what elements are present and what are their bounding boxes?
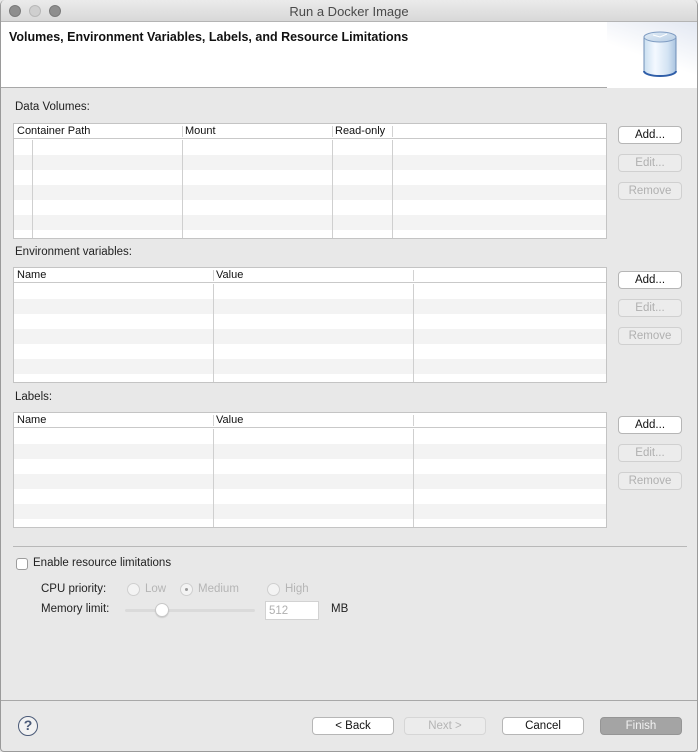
column-divider [392,140,393,238]
memory-unit-label: MB [331,603,349,615]
table-row [14,215,606,230]
memory-limit-slider-thumb[interactable] [155,603,169,617]
table-row [14,444,606,459]
table-row [14,519,606,527]
table-row [14,230,606,238]
environment-variables-edit-button[interactable]: Edit... [618,299,682,317]
page-title: Volumes, Environment Variables, Labels, … [9,30,409,44]
column-divider [32,140,33,238]
column-divider [213,284,214,382]
table-row [14,474,606,489]
table-row [14,299,606,314]
column-separator[interactable] [413,270,414,281]
column-header-name[interactable]: Name [15,413,46,428]
column-divider [332,140,333,238]
column-header-value[interactable]: Value [214,413,243,428]
database-cylinder-icon [643,31,677,77]
environment-variables-remove-button[interactable]: Remove [618,327,682,345]
enable-resource-limitations-label[interactable]: Enable resource limitations [33,557,171,569]
table-header: Name Value [14,268,606,283]
table-row [14,344,606,359]
window-title: Run a Docker Image [289,4,409,19]
environment-variables-add-button[interactable]: Add... [618,271,682,289]
data-volumes-add-button[interactable]: Add... [618,126,682,144]
column-divider [413,429,414,527]
column-divider [413,284,414,382]
table-row [14,170,606,185]
table-body [14,429,606,527]
table-row [14,429,606,444]
cpu-priority-medium-label[interactable]: Medium [198,583,239,595]
column-header-value[interactable]: Value [214,268,243,283]
memory-limit-slider[interactable] [125,609,255,612]
title-bar: Run a Docker Image [1,0,697,22]
table-row [14,314,606,329]
column-header-mount[interactable]: Mount [183,124,216,139]
data-volumes-remove-button[interactable]: Remove [618,182,682,200]
wizard-banner: Volumes, Environment Variables, Labels, … [1,22,697,88]
data-volumes-edit-button[interactable]: Edit... [618,154,682,172]
table-row [14,359,606,374]
column-separator[interactable] [392,126,393,137]
cpu-priority-low-label[interactable]: Low [145,583,166,595]
labels-remove-button[interactable]: Remove [618,472,682,490]
table-row [14,185,606,200]
table-row [14,459,606,474]
data-volumes-table[interactable]: Container Path Mount Read-only [13,123,607,239]
cpu-priority-low-radio[interactable] [127,583,140,596]
column-header-container-path[interactable]: Container Path [15,124,90,139]
labels-edit-button[interactable]: Edit... [618,444,682,462]
help-icon[interactable]: ? [18,716,38,736]
memory-limit-input[interactable] [265,601,319,620]
table-row [14,374,606,382]
enable-resource-limitations-checkbox[interactable] [16,558,28,570]
memory-limit-label: Memory limit: [41,603,110,615]
next-button[interactable]: Next > [404,717,486,735]
table-body [14,140,606,238]
environment-variables-table[interactable]: Name Value [13,267,607,383]
table-header: Container Path Mount Read-only [14,124,606,139]
column-header-read-only[interactable]: Read-only [333,124,385,139]
run-docker-image-dialog: Run a Docker Image Volumes, Environment … [0,0,698,752]
back-button[interactable]: < Back [312,717,394,735]
table-row [14,200,606,215]
table-row [14,489,606,504]
table-row [14,504,606,519]
labels-add-button[interactable]: Add... [618,416,682,434]
table-header: Name Value [14,413,606,428]
finish-button[interactable]: Finish [600,717,682,735]
cpu-priority-medium-radio[interactable] [180,583,193,596]
table-row [14,284,606,299]
labels-table[interactable]: Name Value [13,412,607,528]
column-separator[interactable] [413,415,414,426]
cpu-priority-high-radio[interactable] [267,583,280,596]
column-divider [182,140,183,238]
labels-label: Labels: [15,391,53,403]
section-divider [13,546,687,547]
table-row [14,140,606,155]
table-body [14,284,606,382]
data-volumes-label: Data Volumes: [15,101,90,113]
cpu-priority-label: CPU priority: [41,583,107,595]
column-divider [213,429,214,527]
table-row [14,155,606,170]
column-header-name[interactable]: Name [15,268,46,283]
table-row [14,329,606,344]
cancel-button[interactable]: Cancel [502,717,584,735]
footer-divider [1,700,697,701]
cpu-priority-high-label[interactable]: High [285,583,309,595]
environment-variables-label: Environment variables: [15,246,132,258]
